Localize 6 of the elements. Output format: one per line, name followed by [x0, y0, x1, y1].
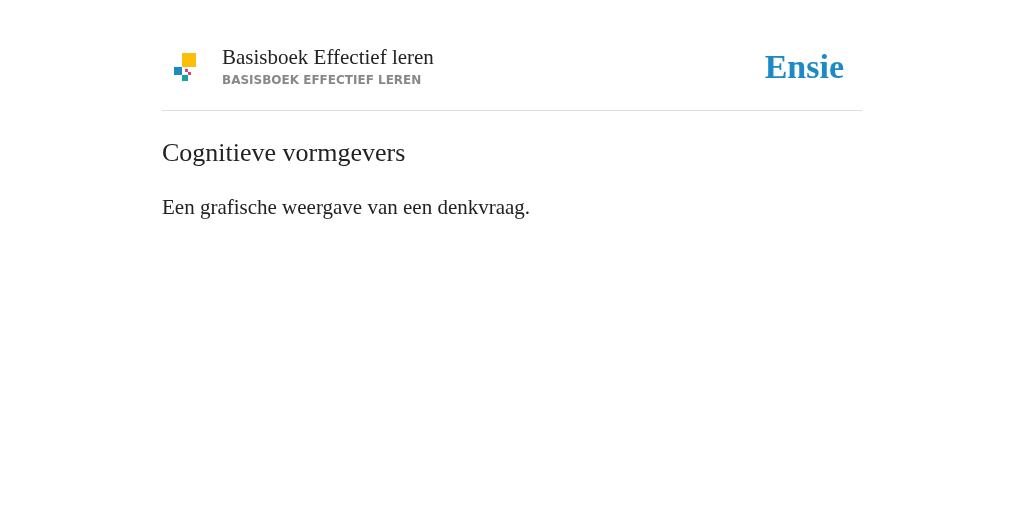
- logo-icon: [174, 53, 196, 81]
- site-title: Basisboek Effectief leren: [222, 44, 434, 70]
- brand-logo[interactable]: Ensie: [764, 50, 844, 84]
- article-heading: Cognitieve vormgevers: [162, 137, 407, 169]
- site-subtitle: BASISBOEK EFFECTIEF LEREN: [222, 72, 423, 89]
- article-text: Een grafische weergave van een denkvraag.: [162, 194, 532, 221]
